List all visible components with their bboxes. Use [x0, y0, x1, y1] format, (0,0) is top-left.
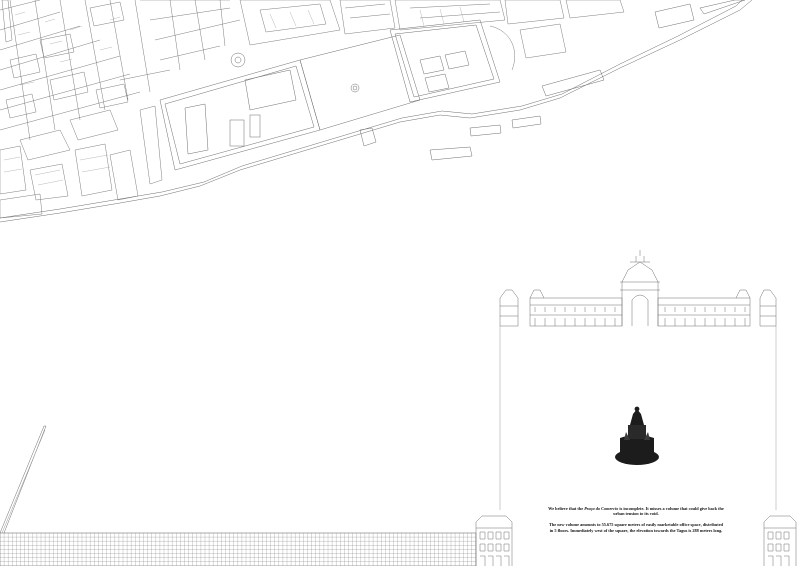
caption-p1-before: We believe that the	[548, 506, 585, 511]
perspective-wall-edge	[1, 429, 46, 534]
architectural-presentation-sheet	[0, 0, 797, 566]
street-subdivisions	[3, 6, 465, 186]
square-facade-elevation	[499, 250, 777, 510]
street-blocks	[0, 0, 625, 219]
perspective-wall	[0, 425, 47, 534]
project-description: We believe that the Praça do Comercio is…	[548, 506, 724, 539]
caption-paragraph-1: We believe that the Praça do Comercio is…	[548, 506, 724, 516]
waterfront-edge	[0, 0, 753, 223]
office-grid-lines	[0, 532, 476, 566]
left-tower	[499, 289, 519, 327]
city-plan-map	[0, 0, 753, 223]
new-volume-elevation	[0, 425, 477, 566]
caption-paragraph-2: The new volume amounts to 55.675 square …	[548, 522, 724, 533]
townhouse-facade-left	[475, 515, 513, 566]
caption-p1-after: is incomplete. It misses a volume that c…	[613, 506, 724, 517]
right-tower	[759, 289, 777, 327]
facade-wing-left	[529, 289, 623, 327]
equestrian-statue	[615, 406, 659, 465]
praca-do-comercio-plan	[159, 19, 501, 171]
quay-piers	[429, 0, 746, 161]
triumphal-arch	[620, 250, 660, 326]
facade-wing-right	[657, 289, 751, 327]
townhouse-facade-right	[763, 515, 797, 566]
